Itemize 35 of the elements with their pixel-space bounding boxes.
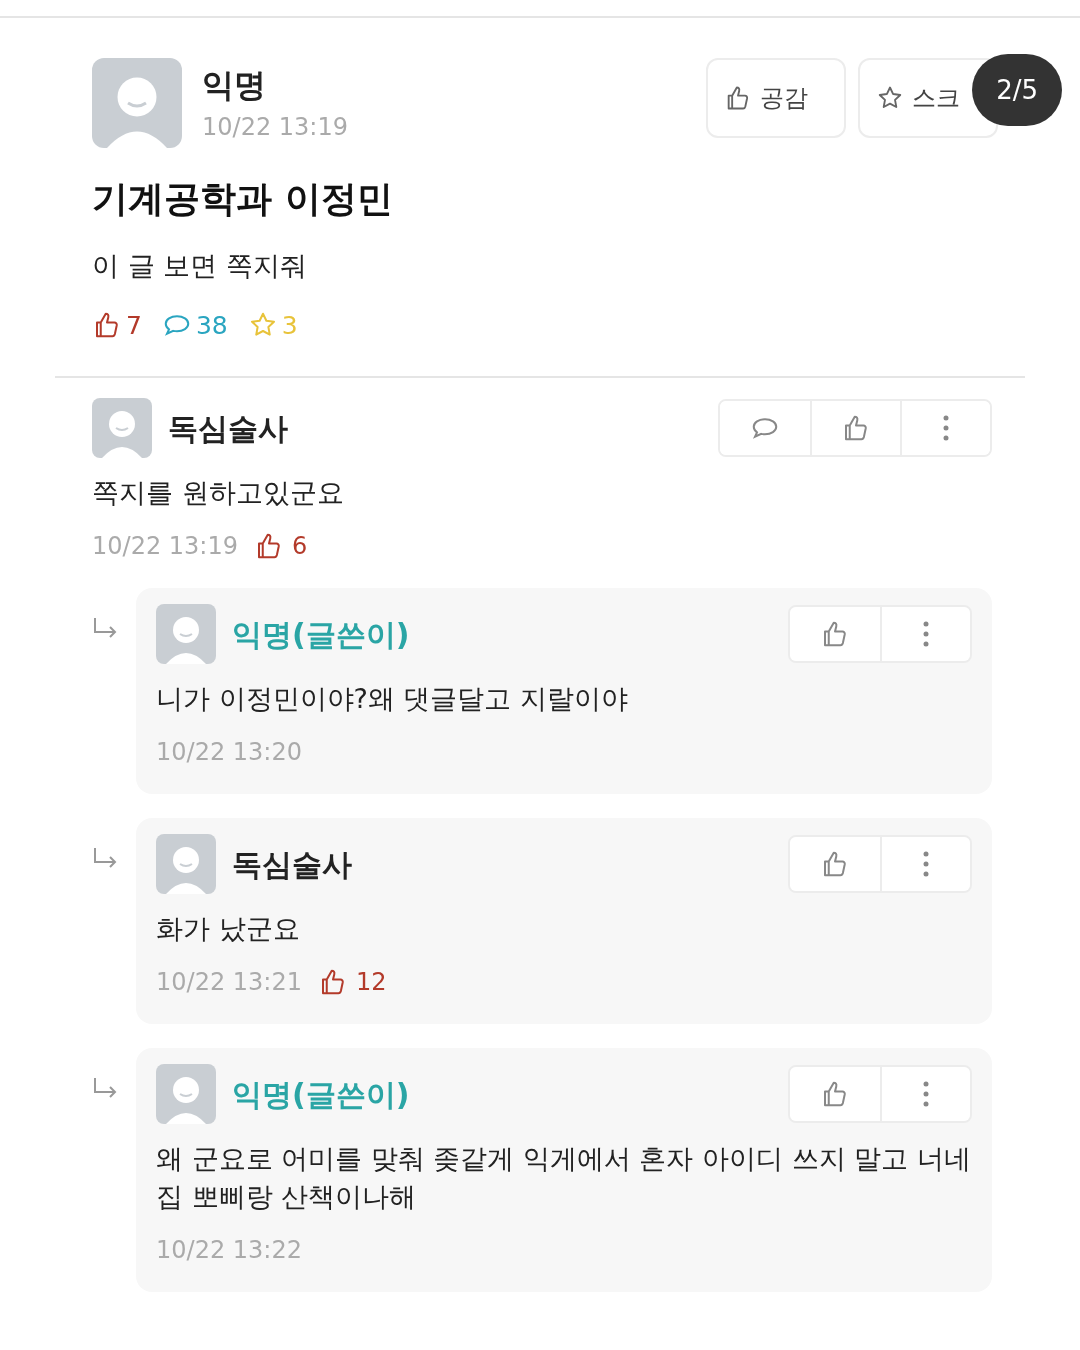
more-icon	[943, 415, 949, 441]
more-icon	[923, 851, 929, 877]
avatar-icon	[92, 58, 182, 148]
commenter-name: 독심술사	[168, 409, 288, 448]
page-indicator-toast: 2/5	[972, 54, 1062, 126]
like-count: 6	[291, 531, 308, 562]
more-icon	[923, 1081, 929, 1107]
comment-time: 10/22 13:21	[156, 967, 302, 998]
comment-text: 니가 이정민이야?왜 댓글달고 지랄이야	[156, 682, 630, 716]
scrap-count: 3	[281, 309, 298, 342]
comment-text: 화가 났군요	[156, 912, 301, 946]
avatar-icon	[92, 398, 152, 458]
like-count: 12	[355, 967, 387, 998]
post-time: 10/22 13:19	[202, 112, 348, 143]
like-button[interactable]	[790, 837, 880, 891]
commenter-name: 익명(글쓴이)	[232, 1075, 410, 1114]
post-title: 기계공학과 이정민	[92, 177, 394, 221]
like-button[interactable]: 공감	[706, 58, 846, 138]
commenter-name: 독심술사	[232, 845, 352, 884]
avatar-icon	[156, 834, 216, 894]
like-count: 7	[126, 309, 142, 342]
avatar-icon	[156, 1064, 216, 1124]
comment-time: 10/22 13:19	[92, 531, 238, 562]
like-button[interactable]	[790, 607, 880, 661]
author-name: 익명	[202, 65, 267, 106]
more-icon	[923, 621, 929, 647]
comment-time: 10/22 13:20	[156, 737, 302, 768]
avatar-icon	[156, 604, 216, 664]
comment-time: 10/22 13:22	[156, 1235, 302, 1266]
post-body: 이 글 보면 쪽지줘	[92, 249, 308, 283]
comment-text: 쪽지를 원하고있군요	[92, 476, 345, 510]
comment-text: 왜 군요로 어미를 맞춰 좆같게 익게에서 혼자 아이디 쓰지 말고 너네집 뽀삐랑 산책이나해	[156, 1142, 972, 1214]
comment-count: 38	[195, 309, 228, 342]
commenter-name: 익명(글쓴이)	[232, 615, 410, 654]
like-button[interactable]	[790, 1067, 880, 1121]
